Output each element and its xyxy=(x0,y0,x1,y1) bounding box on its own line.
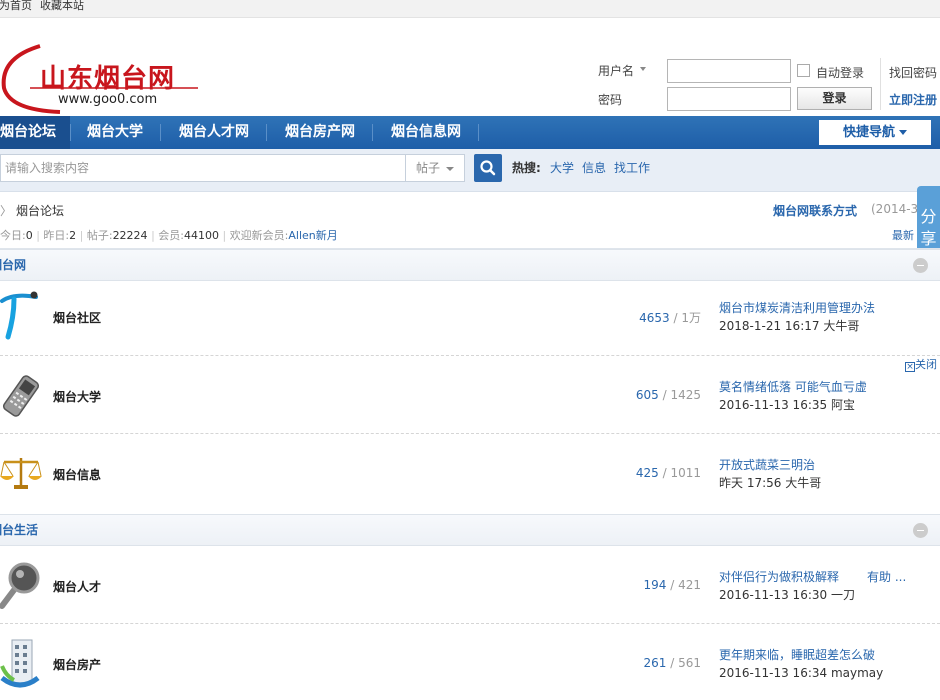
nav-divider xyxy=(160,124,161,141)
username-label: 用户名 xyxy=(598,64,635,78)
search-input[interactable]: 请输入搜索内容 xyxy=(0,154,406,182)
last-post: 更年期来临，睡眠超差怎么破 2016-11-13 16:34 maymay xyxy=(719,646,883,682)
nav-item-forum[interactable]: 烟台论坛 xyxy=(0,116,70,149)
forum-row: 烟台社区 4653 / 1万 烟台市煤炭清洁利用管理办法 2018-1-21 1… xyxy=(0,281,940,356)
login-panel: 用户名 自动登录 找回密码 密码 登录 立即注册 xyxy=(0,18,940,116)
last-post-time: 2016-11-13 16:35 阿宝 xyxy=(719,398,855,412)
mobile-phone-icon[interactable] xyxy=(0,372,42,420)
forum-row: 烟台人才 194 / 421 对伴侣行为做积极解释 有助 ... 2016-11-… xyxy=(0,546,940,624)
forum-stats: 194 / 421 xyxy=(643,578,701,592)
chevron-down-icon xyxy=(446,167,454,171)
top-bar: 设为首页 收藏本站 xyxy=(0,0,940,18)
auto-login-label: 自动登录 xyxy=(816,66,865,80)
last-post-title[interactable]: 开放式蔬菜三明治 xyxy=(719,456,821,474)
forum-name[interactable]: 烟台房产 xyxy=(53,656,101,673)
collapse-icon[interactable] xyxy=(913,258,928,273)
last-post-title[interactable]: 更年期来临，睡眠超差怎么破 xyxy=(719,646,883,664)
divider xyxy=(880,58,881,110)
ad-close-button[interactable]: ×关闭 xyxy=(905,356,937,372)
contact-date: (2014-3 xyxy=(871,202,919,216)
last-post: 烟台市煤炭清洁利用管理办法 2018-1-21 16:17 大牛哥 xyxy=(719,299,875,335)
category-title[interactable]: 烟台网 xyxy=(0,250,26,280)
register-link[interactable]: 立即注册 xyxy=(889,91,937,108)
search-bar: 请输入搜索内容 帖子 热搜: 大学 信息 找工作 xyxy=(0,149,940,192)
password-label: 密码 xyxy=(598,93,623,107)
nav-item-info[interactable]: 烟台信息网 xyxy=(374,116,478,149)
new-member-link[interactable]: Allen新月 xyxy=(288,229,337,242)
last-post-title[interactable]: 莫名情绪低落 可能气血亏虚 xyxy=(719,378,867,396)
category-title[interactable]: 烟台生活 xyxy=(0,515,38,545)
close-icon: × xyxy=(905,362,915,372)
last-post: 莫名情绪低落 可能气血亏虚 2016-11-13 16:35 阿宝 xyxy=(719,378,867,414)
magnifier-icon[interactable] xyxy=(0,560,44,612)
hot-search-item[interactable]: 大学 xyxy=(550,154,574,182)
forum-stats: 今日:0 | 昨日:2 | 帖子:22224 | 会员:44100 | 欢迎新会… xyxy=(0,229,338,242)
login-button[interactable]: 登录 xyxy=(797,87,872,110)
hot-search-item[interactable]: 找工作 xyxy=(614,154,650,182)
forum-name[interactable]: 烟台信息 xyxy=(53,466,101,483)
forum-stats: 605 / 1425 xyxy=(635,388,701,402)
forum-stats: 425 / 1011 xyxy=(635,466,701,480)
latest-link[interactable]: 最新 xyxy=(892,227,914,243)
hot-search-item[interactable]: 信息 xyxy=(582,154,606,182)
auto-login-checkbox[interactable] xyxy=(797,64,810,77)
chevron-down-icon xyxy=(899,130,907,135)
nav-item-realestate[interactable]: 烟台房产网 xyxy=(268,116,372,149)
forum-name[interactable]: 烟台大学 xyxy=(53,388,101,405)
forum-name[interactable]: 烟台社区 xyxy=(53,309,101,326)
scales-icon[interactable] xyxy=(0,456,42,490)
nav-divider xyxy=(478,124,479,141)
bookmark-site-link[interactable]: 收藏本站 xyxy=(40,0,84,12)
set-homepage-link[interactable]: 设为首页 xyxy=(0,0,32,12)
chevron-down-icon[interactable] xyxy=(640,67,646,71)
nav-divider xyxy=(266,124,267,141)
breadcrumb-separator: 〉 xyxy=(0,204,13,218)
forum-stats: 4653 / 1万 xyxy=(639,311,701,325)
search-icon xyxy=(480,160,496,176)
quick-nav-button[interactable]: 快捷导航 xyxy=(819,120,931,145)
last-post: 对伴侣行为做积极解释 有助 ... 2016-11-13 16:30 一刀 xyxy=(719,568,906,604)
last-post: 开放式蔬菜三明治 昨天 17:56 大牛哥 xyxy=(719,456,821,492)
hot-search-label: 热搜: xyxy=(512,161,541,175)
last-post-time: 昨天 17:56 大牛哥 xyxy=(719,476,822,490)
nav-divider xyxy=(70,124,71,141)
last-post-title[interactable]: 烟台市煤炭清洁利用管理办法 xyxy=(719,299,875,317)
last-post-time: 2016-11-13 16:30 一刀 xyxy=(719,588,855,602)
find-password-link[interactable]: 找回密码 xyxy=(889,64,937,81)
forum-row: 烟台房产 261 / 561 更年期来临，睡眠超差怎么破 2016-11-13 … xyxy=(0,624,940,700)
header: 山东烟台网 www.goo0.com 用户名 自动登录 找回密码 密码 登录 立… xyxy=(0,18,940,116)
search-type-select[interactable]: 帖子 xyxy=(405,154,465,182)
category-header: 烟台生活 xyxy=(0,514,940,546)
last-post-time: 2018-1-21 16:17 大牛哥 xyxy=(719,319,860,333)
forum-row: 烟台大学 605 / 1425 莫名情绪低落 可能气血亏虚 2016-11-13… xyxy=(0,356,940,434)
building-icon[interactable] xyxy=(0,636,40,692)
nav-item-university[interactable]: 烟台大学 xyxy=(72,116,158,149)
nav-item-jobs[interactable]: 烟台人才网 xyxy=(162,116,266,149)
password-input[interactable] xyxy=(667,87,791,111)
quick-nav-label: 快捷导航 xyxy=(842,125,895,140)
forum-name[interactable]: 烟台人才 xyxy=(53,578,101,595)
last-post-time: 2016-11-13 16:34 maymay xyxy=(719,666,884,680)
forum-info: 〉 烟台论坛 烟台网联系方式 (2014-3 今日:0 | 昨日:2 | 帖子:… xyxy=(0,192,940,249)
search-button[interactable] xyxy=(474,154,502,182)
nav-divider xyxy=(372,124,373,141)
breadcrumb[interactable]: 烟台论坛 xyxy=(16,202,64,219)
search-type-value: 帖子 xyxy=(416,161,441,175)
username-input[interactable] xyxy=(667,59,791,83)
forum-row: 烟台信息 425 / 1011 开放式蔬菜三明治 昨天 17:56 大牛哥 xyxy=(0,434,940,514)
collapse-icon[interactable] xyxy=(913,523,928,538)
forum-stats: 261 / 561 xyxy=(643,656,701,670)
letter-t-icon[interactable] xyxy=(0,291,42,343)
category-header: 烟台网 xyxy=(0,249,940,281)
contact-link[interactable]: 烟台网联系方式 xyxy=(773,202,857,219)
main-nav: 烟台论坛 烟台大学 烟台人才网 烟台房产网 烟台信息网 快捷导航 xyxy=(0,116,940,149)
last-post-title[interactable]: 对伴侣行为做积极解释 有助 ... xyxy=(719,568,906,586)
